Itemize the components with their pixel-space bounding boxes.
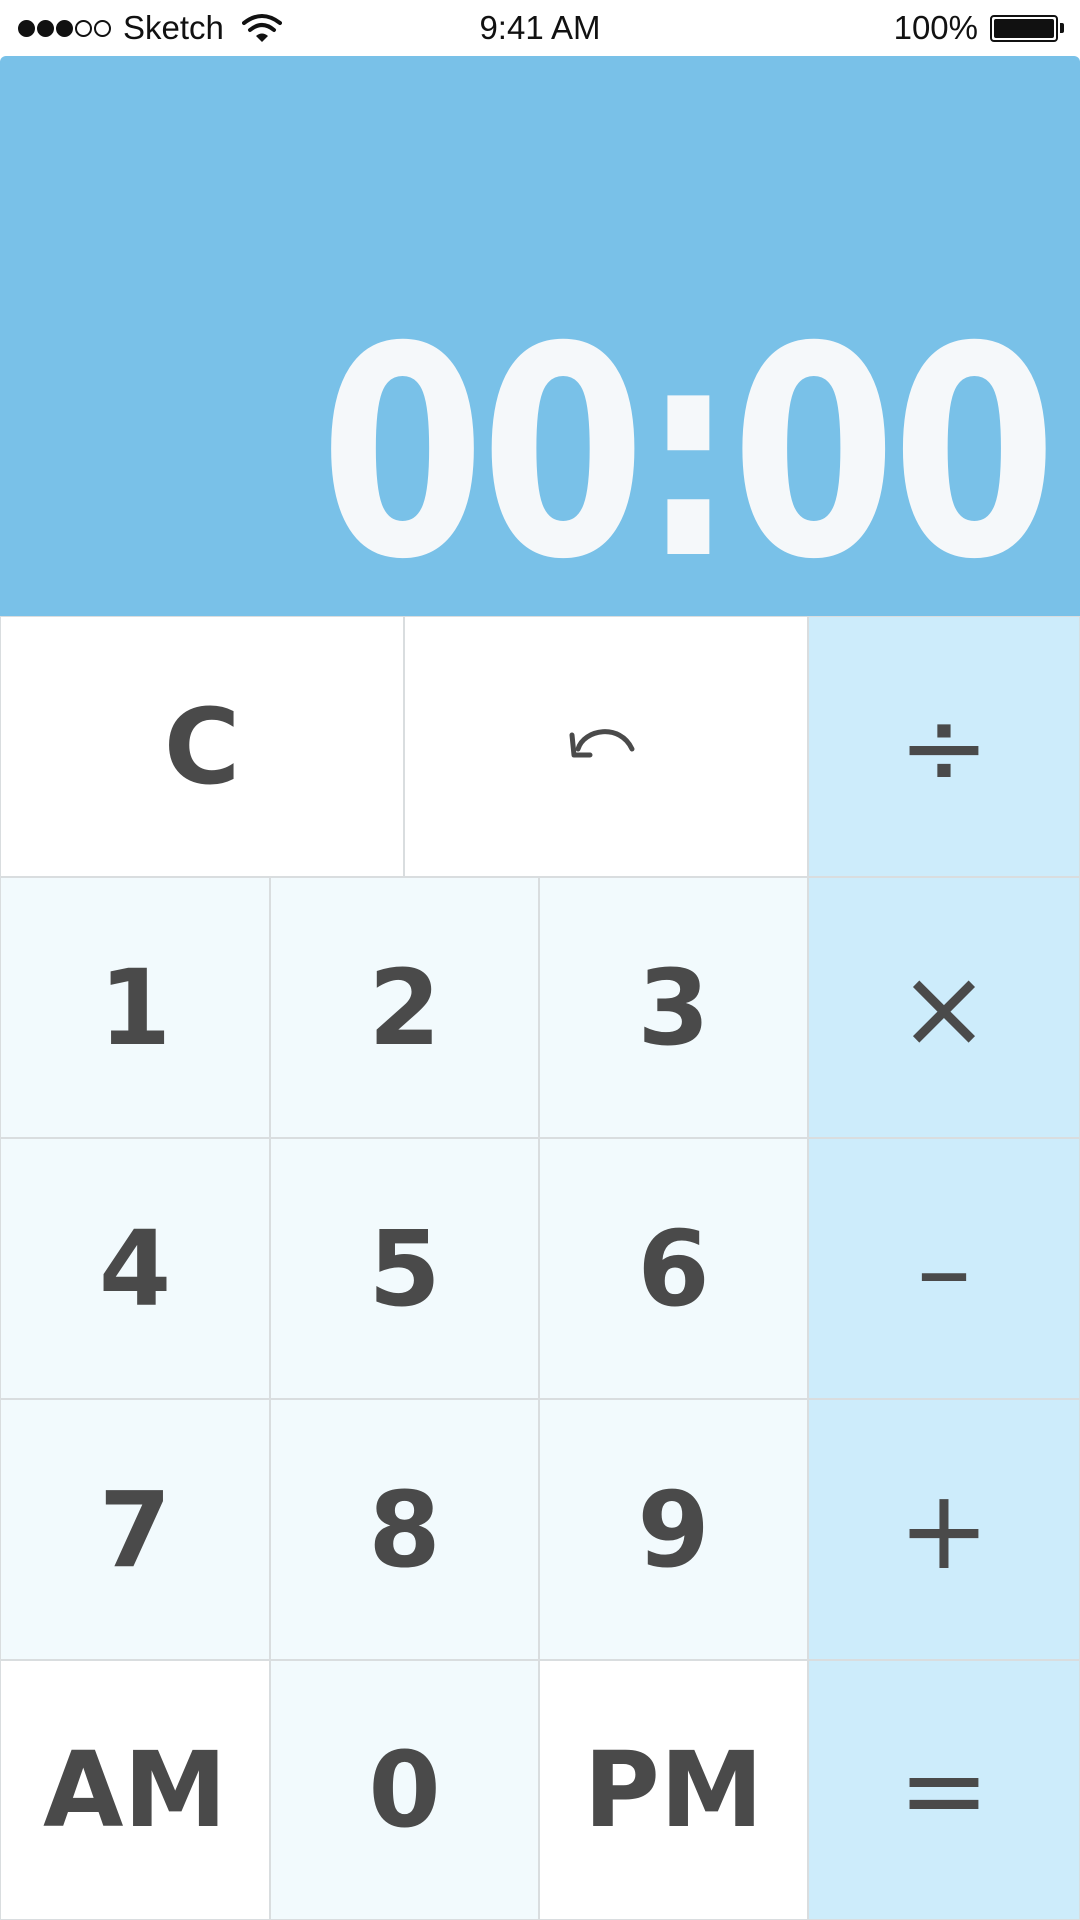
display-value: 00:00 [319,286,1057,623]
status-bar-left: Sketch [18,0,282,56]
divide-button[interactable]: ÷ [808,616,1080,877]
am-button[interactable]: AM [0,1660,270,1920]
pm-button[interactable]: PM [539,1660,808,1920]
digit-8-button[interactable]: 8 [270,1399,539,1660]
battery-icon [990,14,1064,42]
digit-0-button[interactable]: 0 [270,1660,539,1920]
clear-button[interactable]: C [0,616,404,877]
signal-dot [94,19,111,37]
signal-dot [75,19,92,37]
equals-button[interactable]: = [808,1660,1080,1920]
signal-dot [18,19,35,37]
signal-strength-icon [18,19,111,37]
carrier-name: Sketch [123,9,224,46]
digit-9-button[interactable]: 9 [539,1399,808,1660]
digit-1-button[interactable]: 1 [0,877,270,1138]
status-bar-right: 100% [894,0,1064,56]
multiply-button[interactable]: × [808,877,1080,1138]
digit-3-button[interactable]: 3 [539,877,808,1138]
signal-dot [56,19,73,37]
undo-button[interactable] [404,616,808,877]
undo-icon [569,728,635,757]
plus-button[interactable]: + [808,1399,1080,1660]
digit-6-button[interactable]: 6 [539,1138,808,1399]
minus-button[interactable]: – [808,1138,1080,1399]
digit-5-button[interactable]: 5 [270,1138,539,1399]
keypad: C ÷ 1 2 3 × 4 5 6 – 7 8 9 + AM 0 PM = [0,616,1080,1920]
digit-7-button[interactable]: 7 [0,1399,270,1660]
digit-4-button[interactable]: 4 [0,1138,270,1399]
battery-percentage: 100% [893,9,978,46]
status-time: 9:41 AM [479,9,601,46]
wifi-icon [241,14,282,42]
digit-2-button[interactable]: 2 [270,877,539,1138]
status-bar: Sketch 9:41 AM 100% [0,0,1080,56]
time-display: 00:00 [0,56,1080,616]
signal-dot [37,19,54,37]
